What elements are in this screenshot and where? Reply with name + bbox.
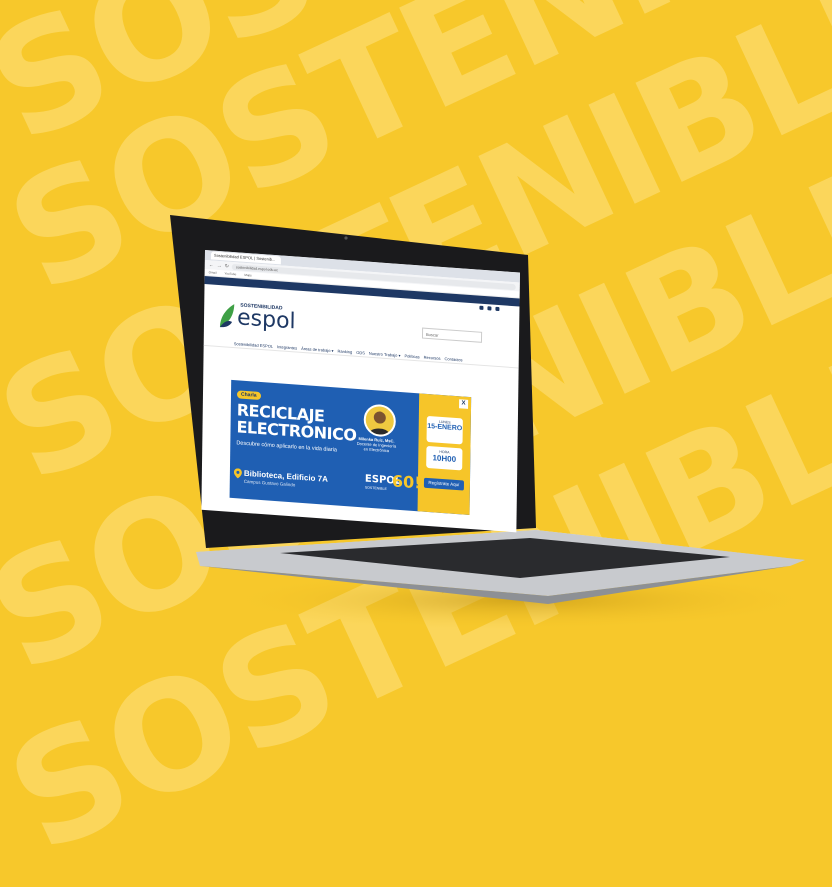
reload-icon[interactable]: ↻ bbox=[225, 263, 229, 269]
event-type-chip: Charla bbox=[236, 390, 261, 400]
hour-card: HORA 10H00 bbox=[426, 445, 463, 471]
nav-item-areas[interactable]: Áreas de trabajo ▾ bbox=[301, 345, 334, 352]
anniversary-mark: 60! bbox=[391, 471, 422, 493]
twitter-icon[interactable] bbox=[479, 305, 484, 310]
nav-item-politicas[interactable]: Políticas bbox=[404, 353, 419, 359]
search-input[interactable]: Buscar bbox=[421, 327, 483, 343]
speaker-photo-icon bbox=[369, 411, 390, 436]
date-card: LUNES 15-ENERO bbox=[426, 415, 463, 445]
nav-item-integrantes[interactable]: Integrantes bbox=[277, 344, 297, 350]
hour-value: 10H00 bbox=[432, 453, 457, 464]
location-pin-icon bbox=[233, 468, 242, 479]
speaker-role: Docente de Ingeniería en Electrónica bbox=[356, 440, 397, 453]
bookmark-gmail[interactable]: Gmail bbox=[209, 270, 217, 275]
nav-item-ranking[interactable]: Ranking bbox=[338, 348, 353, 354]
nav-item-sostenibilidad[interactable]: Sostenibilidad ESPOL bbox=[234, 341, 273, 349]
laptop-screen: Sostenibilidad ESPOL | Sostenib... ← → ↻… bbox=[201, 250, 520, 533]
logo-main-text[interactable]: espol bbox=[237, 305, 296, 334]
nav-item-contactos[interactable]: Contactos bbox=[444, 356, 462, 362]
date-value: 15-ENERO bbox=[427, 422, 463, 433]
bookmark-maps[interactable]: Maps bbox=[244, 273, 251, 278]
close-icon[interactable]: X bbox=[459, 399, 469, 409]
back-arrow-icon[interactable]: ← bbox=[209, 262, 214, 268]
espol-sub: SOSTENIBLE bbox=[364, 485, 387, 492]
youtube-icon[interactable] bbox=[495, 306, 500, 312]
event-banner: Charla RECICLAJE ELECTRONICO Descubre có… bbox=[229, 379, 472, 515]
speaker-avatar bbox=[363, 403, 396, 438]
nav-item-ods[interactable]: ODS bbox=[356, 349, 365, 355]
speaker-info: Milenka Ruiz, MsC. Docente de Ingeniería… bbox=[354, 436, 398, 455]
forward-arrow-icon[interactable]: → bbox=[217, 262, 222, 268]
leaf-logo-icon bbox=[219, 304, 235, 328]
laptop: Sostenibilidad ESPOL | Sostenib... ← → ↻… bbox=[0, 0, 832, 839]
nav-item-recursos[interactable]: Recursos bbox=[424, 354, 441, 360]
bookmark-youtube[interactable]: YouTube bbox=[225, 271, 237, 276]
instagram-icon[interactable] bbox=[487, 306, 492, 311]
nav-item-trabajo[interactable]: Nuestro Trabajo ▾ bbox=[369, 350, 401, 357]
